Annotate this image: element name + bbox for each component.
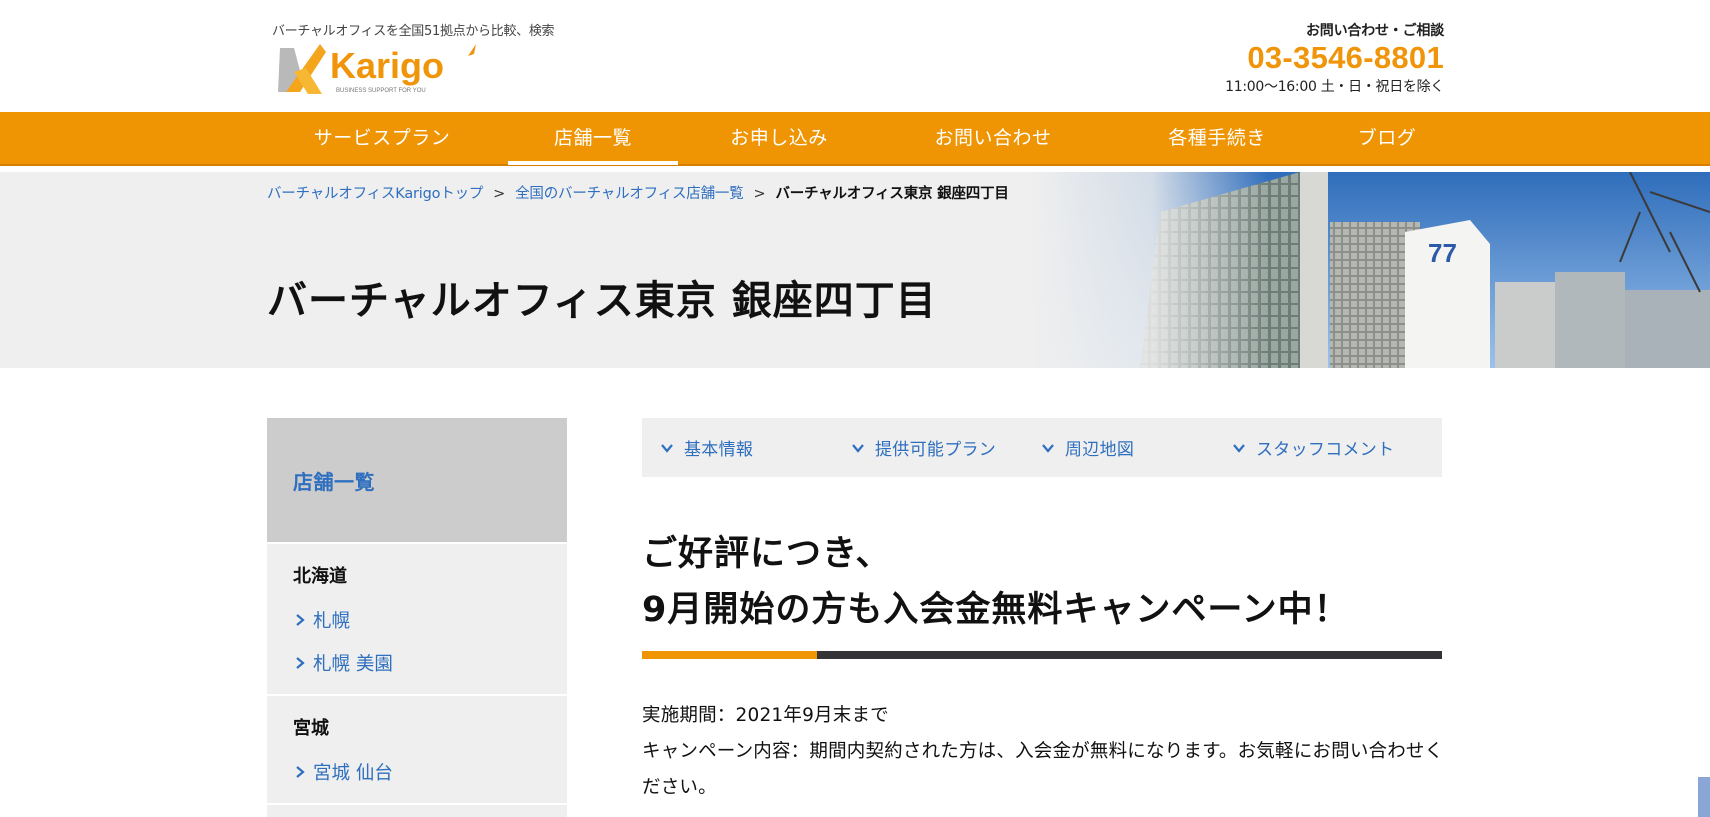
campaign-title: ご好評につき、 9月開始の方も入会金無料キャンペーン中！ (642, 526, 1350, 638)
campaign-title-line1: ご好評につき、 (642, 534, 892, 574)
tab-basic-info[interactable]: 基本情報 (660, 418, 753, 477)
breadcrumb-separator: > (493, 186, 506, 202)
tab-label: 基本情報 (684, 440, 754, 460)
breadcrumb-link-store-list[interactable]: 全国のバーチャルオフィス店舗一覧 (515, 186, 744, 202)
store-link-miyagi-sendai[interactable]: 宮城 仙台 (293, 750, 567, 793)
breadcrumb: バーチャルオフィスKarigoトップ > 全国のバーチャルオフィス店舗一覧 > バーチャ… (267, 182, 1009, 203)
business-hours: 11:00〜16:00 土・日・祝日を除く (1225, 79, 1444, 95)
sidebar-region (267, 803, 567, 817)
contact-block: お問い合わせ・ご相談 03-3546-8801 11:00〜16:00 土・日・… (1225, 20, 1444, 96)
title-underline (642, 651, 1442, 659)
breadcrumb-link-top[interactable]: バーチャルオフィスKarigoトップ (267, 186, 483, 202)
breadcrumb-separator: > (753, 186, 766, 202)
karigo-logo[interactable]: Karigo BUSINESS SUPPORT FOR YOU (276, 38, 506, 98)
breadcrumb-current: バーチャルオフィス東京 銀座四丁目 (775, 186, 1009, 202)
contact-label: お問い合わせ・ご相談 (1306, 23, 1444, 39)
chevron-right-icon (296, 613, 305, 626)
tab-staff-comment[interactable]: スタッフコメント (1232, 418, 1394, 477)
site-tagline: バーチャルオフィスを全国51拠点から比較、検索 (272, 24, 555, 39)
site-header: バーチャルオフィスを全国51拠点から比較、検索 Karigo BUSINESS … (0, 0, 1710, 112)
nav-item-procedures[interactable]: 各種手続き (1132, 112, 1302, 164)
chevron-right-icon (296, 656, 305, 669)
section-tabs: 基本情報 提供可能プラン 周辺地図 スタッフコメント (642, 418, 1442, 477)
nav-item-blog[interactable]: ブログ (1302, 112, 1472, 164)
store-link-label: 札幌 美園 (313, 653, 393, 675)
tab-available-plans[interactable]: 提供可能プラン (851, 418, 996, 477)
logo-text: Karigo (330, 45, 444, 86)
phone-number[interactable]: 03-3546-8801 (1225, 40, 1444, 76)
logo-subtext: BUSINESS SUPPORT FOR YOU (336, 88, 426, 94)
page-top-button[interactable] (1698, 777, 1710, 817)
campaign-details: キャンペーン内容：期間内契約された方は、入会金が無料になります。お気軽にお問い合… (642, 741, 1444, 798)
nav-item-service-plan[interactable]: サービスプラン (297, 112, 467, 164)
store-sidebar: 店舗一覧 北海道 札幌 札幌 美園 宮城 宮城 仙台 (267, 418, 567, 817)
sidebar-heading[interactable]: 店舗一覧 (267, 418, 567, 542)
nav-item-store-list[interactable]: 店舗一覧 (508, 112, 678, 165)
region-title-hokkaido: 北海道 (293, 566, 347, 587)
sidebar-region: 宮城 宮城 仙台 (267, 694, 567, 803)
campaign-period: 実施期間：2021年9月末まで (642, 705, 889, 726)
main-nav: サービスプラン 店舗一覧 お申し込み お問い合わせ 各種手続き ブログ (0, 112, 1710, 166)
tab-label: スタッフコメント (1256, 440, 1395, 460)
hero-banner: 77 バーチャルオフィスKarigoトップ>全国のバーチャルオフィス店舗一覧>バ… (0, 172, 1710, 368)
store-link-sapporo[interactable]: 札幌 (293, 598, 567, 641)
store-link-sapporo-misono[interactable]: 札幌 美園 (293, 641, 567, 684)
region-title-miyagi: 宮城 (293, 718, 329, 739)
store-link-label: 宮城 仙台 (313, 762, 393, 784)
tab-label: 提供可能プラン (875, 440, 997, 460)
nav-item-contact[interactable]: お問い合わせ (903, 112, 1083, 164)
store-link-label: 札幌 (313, 610, 351, 632)
chevron-down-icon (1233, 443, 1245, 453)
tab-area-map[interactable]: 周辺地図 (1041, 418, 1134, 477)
nav-item-apply[interactable]: お申し込み (694, 112, 864, 164)
campaign-title-line2: 9月開始の方も入会金無料キャンペーン中！ (642, 590, 1350, 630)
chevron-down-icon (1042, 443, 1054, 453)
sidebar-region: 北海道 札幌 札幌 美園 (267, 542, 567, 694)
chevron-down-icon (661, 443, 673, 453)
tab-label: 周辺地図 (1065, 440, 1135, 460)
campaign-body: 実施期間：2021年9月末まで キャンペーン内容：期間内契約された方は、入会金が… (642, 698, 1444, 806)
title-underline-accent (642, 651, 817, 659)
building-photo: 77 (1030, 172, 1710, 368)
chevron-right-icon (296, 765, 305, 778)
page-title: バーチャルオフィス東京 銀座四丁目 (267, 278, 937, 324)
chevron-down-icon (852, 443, 864, 453)
